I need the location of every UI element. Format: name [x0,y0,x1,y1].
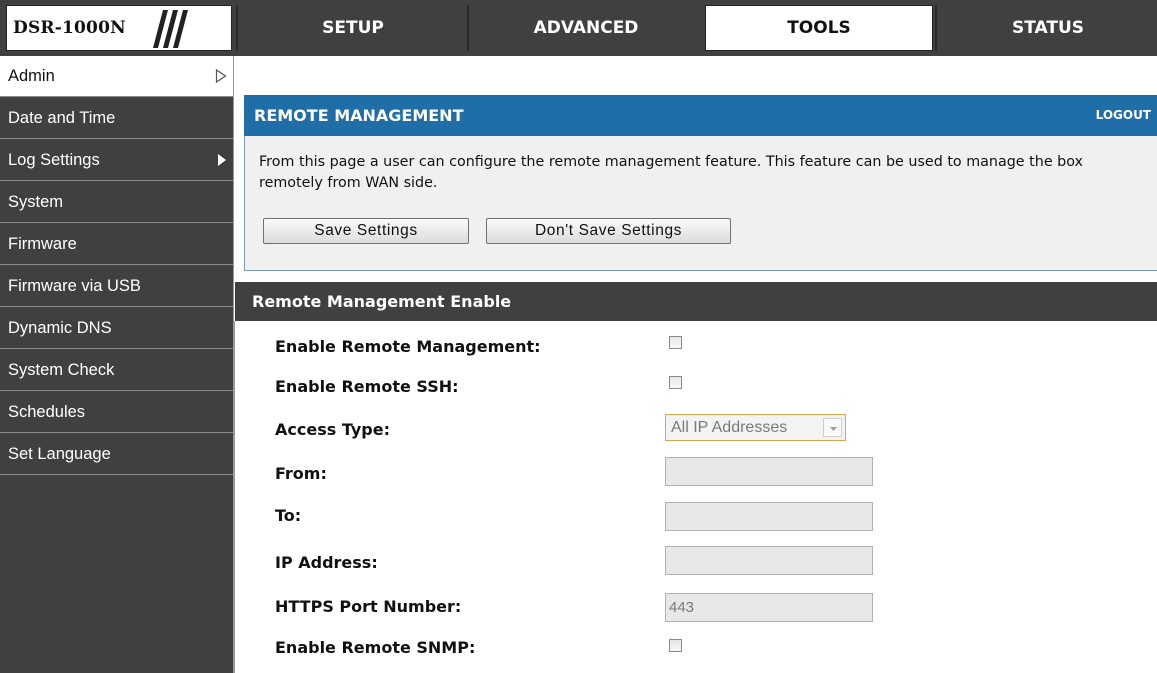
sidebar-item-label: Schedules [8,402,86,421]
ip-address-field[interactable] [665,546,873,575]
sidebar-item-label: Date and Time [8,108,116,127]
access-type-value: All IP Addresses [671,419,788,436]
sidebar-item-label: Firmware [8,234,77,253]
device-model-name: DSR-1000N [13,18,126,38]
outline-right-triangle-icon [215,69,227,83]
page-title: REMOTE MANAGEMENT [254,106,464,125]
logout-link[interactable]: LOGOUT [1096,108,1151,122]
to-label: To: [275,506,302,525]
enable-remote-management-checkbox[interactable] [669,336,682,349]
dont-save-settings-button[interactable]: Don't Save Settings [486,218,731,244]
sidebar-item-label: Set Language [8,444,111,463]
sidebar-item-set-language[interactable]: Set Language [0,434,233,475]
nav-separator [236,5,238,51]
sidebar-item-firmware[interactable]: Firmware [0,224,233,265]
enable-remote-management-label: Enable Remote Management: [275,337,541,356]
sidebar-item-admin[interactable]: Admin [0,56,233,97]
ip-address-label: IP Address: [275,553,378,572]
sidebar-item-date-and-time[interactable]: Date and Time [0,98,233,139]
sidebar-item-label: Log Settings [8,150,100,169]
enable-remote-ssh-checkbox[interactable] [669,376,682,389]
sidebar-item-firmware-via-usb[interactable]: Firmware via USB [0,266,233,307]
sidebar-item-system-check[interactable]: System Check [0,350,233,391]
section-header: Remote Management Enable [235,282,1157,321]
brand-logo: DSR-1000N [6,5,232,51]
enable-remote-snmp-label: Enable Remote SNMP: [275,638,476,657]
page-description: From this page a user can configure the … [259,154,1083,191]
enable-remote-snmp-checkbox[interactable] [669,639,682,652]
dropdown-button[interactable] [823,418,842,437]
tab-advanced[interactable]: ADVANCED [471,5,701,51]
sidebar-item-label: System [8,192,64,211]
sidebar-item-label: Dynamic DNS [8,318,112,337]
description-box: From this page a user can configure the … [244,136,1157,271]
filled-right-triangle-icon [218,154,226,166]
sidebar-item-label: Firmware via USB [8,276,141,295]
from-label: From: [275,464,327,483]
sidebar-item-log-settings[interactable]: Log Settings [0,140,233,181]
sidebar-item-schedules[interactable]: Schedules [0,392,233,433]
access-type-select[interactable]: All IP Addresses [665,414,846,441]
enable-remote-ssh-label: Enable Remote SSH: [275,377,459,396]
panel-header: REMOTE MANAGEMENT LOGOUT [244,95,1157,136]
sidebar-item-label: System Check [8,360,115,379]
sidebar-item-label: Admin [8,66,55,85]
nav-separator [467,5,469,51]
to-ip-field[interactable] [665,502,873,531]
slashes-logo-icon [153,10,188,48]
access-type-label: Access Type: [275,420,390,439]
chevron-down-icon [830,427,837,431]
sidebar: Admin Date and Time Log Settings System … [0,56,234,673]
remote-management-form: Enable Remote Management: Enable Remote … [234,321,1157,673]
tab-status[interactable]: STATUS [939,5,1157,51]
section-title: Remote Management Enable [252,292,512,311]
save-settings-button[interactable]: Save Settings [263,218,469,244]
https-port-label: HTTPS Port Number: [275,597,462,616]
nav-separator [935,5,937,51]
from-ip-field[interactable] [665,457,873,486]
top-navigation-bar: DSR-1000N SETUP ADVANCED TOOLS STATUS [0,0,1157,56]
https-port-field[interactable]: 443 [665,593,873,622]
sidebar-item-dynamic-dns[interactable]: Dynamic DNS [0,308,233,349]
sidebar-item-system[interactable]: System [0,182,233,223]
tab-tools[interactable]: TOOLS [705,5,933,51]
tab-setup[interactable]: SETUP [240,5,466,51]
